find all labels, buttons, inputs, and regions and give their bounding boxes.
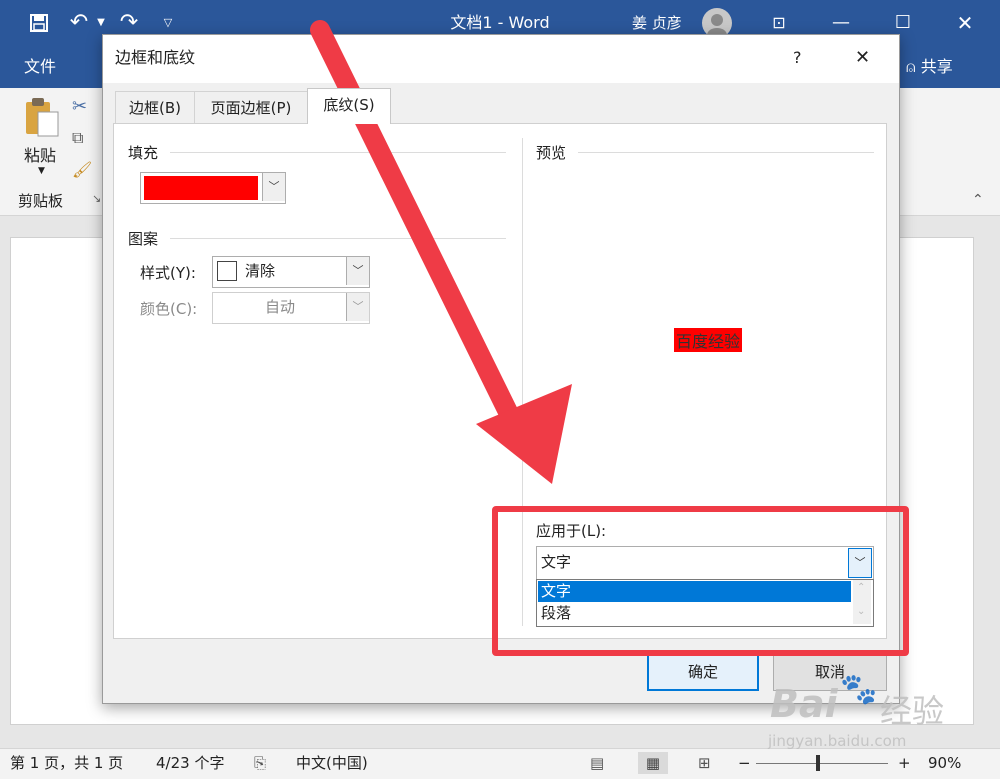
paste-label[interactable]: 粘贴 (24, 142, 56, 166)
ok-button[interactable]: 确定 (647, 653, 759, 691)
dialog-close-icon[interactable]: ✕ (855, 35, 870, 81)
format-painter-icon[interactable]: 🖌 (72, 160, 92, 179)
clipboard-launcher-icon[interactable]: ↘ (92, 192, 101, 205)
help-icon[interactable]: ? (793, 35, 802, 81)
preview-divider (578, 152, 874, 153)
tab-shading[interactable]: 底纹(S) (307, 88, 391, 124)
preview-label: 预览 (536, 144, 567, 162)
tab-page-border[interactable]: 页面边框(P) (194, 91, 308, 124)
pattern-divider (170, 238, 506, 239)
pattern-style-value: 清除 (245, 262, 276, 280)
chevron-down-icon: ﹀ (346, 257, 369, 285)
pattern-color-dropdown[interactable]: 自动 ﹀ (212, 292, 370, 324)
watermark-brand-2: 经验 (880, 692, 945, 730)
save-icon[interactable] (26, 0, 52, 50)
paste-dropdown-icon[interactable]: ▼ (38, 166, 45, 176)
style-label: 样式(Y): (140, 264, 196, 282)
fill-divider (170, 152, 506, 153)
zoom-slider[interactable] (756, 763, 888, 764)
pattern-swatch (217, 261, 237, 281)
fill-color-dropdown[interactable]: ﹀ (140, 172, 286, 204)
watermark-brand: Bai (770, 682, 838, 726)
pattern-color-value: 自动 (264, 298, 295, 316)
share-button[interactable]: ⍝ 共享 (906, 46, 953, 88)
dialog-title: 边框和底纹 (115, 48, 196, 67)
word-count[interactable]: 4/23 个字 (156, 749, 224, 777)
copy-icon[interactable]: ⧉ (72, 128, 83, 148)
print-layout-icon[interactable]: ▦ (638, 752, 668, 774)
paste-icon[interactable] (22, 96, 62, 140)
read-mode-icon[interactable]: ▤ (590, 749, 604, 777)
pattern-style-dropdown[interactable]: 清除 ﹀ (212, 256, 370, 288)
page-count[interactable]: 第 1 页，共 1 页 (10, 749, 123, 777)
collapse-ribbon-icon[interactable]: ⌃ (972, 192, 984, 208)
pattern-color-label: 颜色(C): (140, 300, 198, 318)
annotation-highlight-box (492, 506, 909, 656)
web-layout-icon[interactable]: ⊞ (698, 749, 711, 777)
fill-color-swatch (144, 176, 258, 200)
watermark: Bai 🐾 经验 jingyan.baidu.com (750, 662, 990, 762)
fill-label: 填充 (128, 144, 159, 162)
clipboard-group-label: 剪贴板 (18, 192, 64, 210)
preview-sample-text: 百度经验 (674, 328, 743, 352)
person-icon: ⍝ (906, 57, 916, 76)
dialog-title-bar: 边框和底纹 ? ✕ (103, 35, 899, 83)
tab-borders[interactable]: 边框(B) (115, 91, 195, 124)
window-close-icon[interactable]: ✕ (950, 0, 980, 46)
chevron-down-icon: ﹀ (346, 293, 369, 321)
watermark-url: jingyan.baidu.com (768, 732, 907, 750)
pattern-label: 图案 (128, 230, 159, 248)
tab-file[interactable]: 文件 (24, 46, 56, 88)
proofing-icon[interactable]: ⎘ (254, 749, 266, 777)
undo-icon[interactable]: ↶ (64, 0, 94, 46)
chevron-down-icon: ﹀ (262, 173, 285, 201)
cut-icon[interactable]: ✂ (72, 96, 87, 117)
paw-icon: 🐾 (840, 672, 878, 707)
zoom-out-icon[interactable]: − (738, 749, 751, 777)
language[interactable]: 中文(中国) (296, 749, 368, 777)
